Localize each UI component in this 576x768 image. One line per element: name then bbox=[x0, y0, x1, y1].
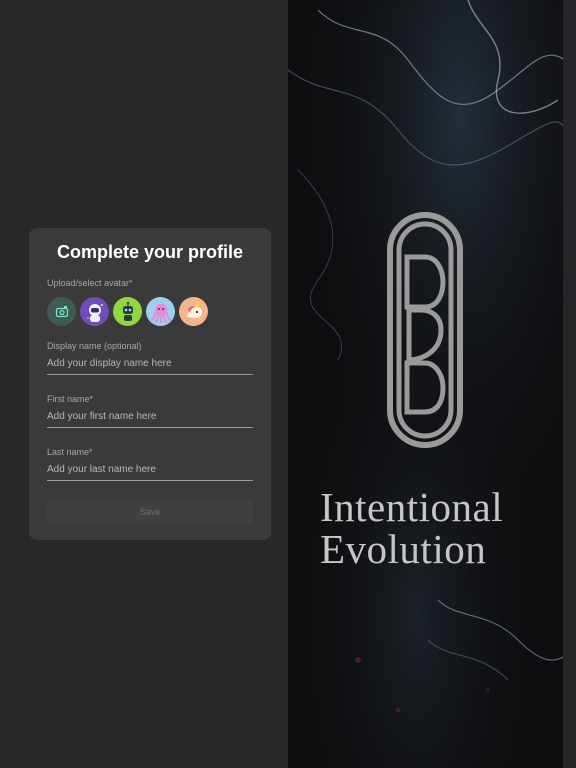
upload-photo-icon bbox=[55, 305, 68, 317]
first-name-label: First name* bbox=[47, 394, 94, 404]
avatar-option-robot[interactable] bbox=[113, 297, 142, 326]
display-name-input[interactable] bbox=[47, 353, 253, 375]
left-pane: Complete your profile Upload/select avat… bbox=[0, 0, 288, 768]
astronaut-avatar-icon bbox=[86, 303, 103, 322]
display-name-label: Display name (optional) bbox=[47, 341, 142, 351]
avatar-option-octopus[interactable] bbox=[146, 297, 175, 326]
save-button[interactable]: Save bbox=[47, 499, 253, 525]
last-name-input[interactable] bbox=[47, 459, 253, 481]
robot-avatar-icon bbox=[122, 301, 133, 321]
intentional-evolution-logo bbox=[387, 212, 463, 448]
unicorn-avatar-icon bbox=[186, 300, 202, 318]
page-title: Complete your profile bbox=[56, 242, 244, 262]
octopus-avatar-icon bbox=[150, 303, 171, 323]
brand-title-line1: Intentional bbox=[320, 484, 504, 530]
avatar-option-astronaut[interactable] bbox=[80, 297, 109, 326]
avatar-picker bbox=[47, 297, 208, 327]
avatar-label: Upload/select avatar* bbox=[47, 278, 133, 288]
last-name-label: Last name* bbox=[47, 447, 93, 457]
brand-title-line2: Evolution bbox=[320, 526, 487, 572]
profile-card: Complete your profile Upload/select avat… bbox=[29, 228, 271, 540]
first-name-input[interactable] bbox=[47, 406, 253, 428]
avatar-option-unicorn[interactable] bbox=[179, 297, 208, 326]
brand-panel: Intentional Evolution bbox=[288, 0, 576, 768]
upload-photo-button[interactable] bbox=[47, 297, 76, 326]
